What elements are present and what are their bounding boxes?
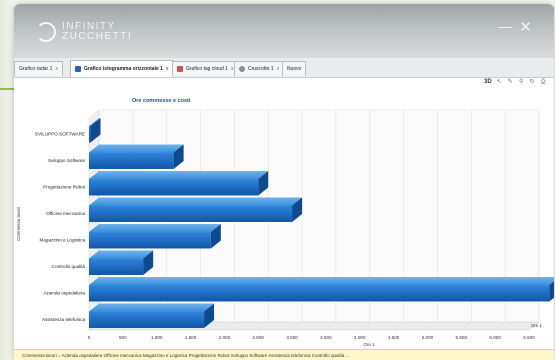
close-button[interactable]: ✕ (519, 18, 532, 36)
bar-top-face (89, 171, 269, 180)
x-tick-label: 1.500 (185, 335, 197, 340)
logo-line-2: ZUCCHETTI (62, 31, 133, 42)
bar (89, 258, 144, 275)
print-icon[interactable]: ⎙ (540, 79, 547, 86)
tab-nuovo[interactable]: Nuovo (282, 61, 307, 76)
y-category-label: Officine meccanica (46, 211, 85, 216)
minimize-button[interactable]: — (498, 18, 512, 34)
x-tick-label: 3.500 (320, 335, 332, 340)
refresh-icon[interactable]: ↻ (529, 79, 536, 86)
close-tab-icon[interactable]: x (166, 62, 169, 77)
close-tab-icon[interactable]: x (55, 62, 58, 77)
tab-grafico-radar[interactable]: Grafico radar 1 x (14, 61, 63, 76)
page-background (0, 0, 14, 360)
y-category-label: Progettazione Robot (43, 184, 86, 189)
x-tick-label: 6.000 (489, 335, 501, 340)
y-category-label: SVILUPPO SOFTWARE (35, 131, 85, 136)
y-category-label: Assistenza telefonica (42, 317, 86, 322)
tag-cloud-icon (177, 66, 183, 72)
tab-grafico-tag-cloud[interactable]: Grafico tag cloud 1 x (172, 61, 239, 76)
bar (89, 285, 550, 302)
bar (89, 126, 91, 143)
x-tick-label: 0 (88, 335, 91, 340)
y-category-label: Azienda ospedaliera (43, 290, 85, 295)
title-bar: INFINITY ZUCCHETTI — ✕ (14, 4, 554, 58)
edit-icon[interactable]: ✎ (507, 79, 514, 86)
gauge-icon (239, 66, 245, 72)
x-tick-label: 5.000 (422, 335, 434, 340)
x-tick-label: 6.500 (523, 335, 535, 340)
x-tick-label: 2.500 (252, 335, 264, 340)
logo-icon (36, 22, 56, 42)
y-category-label: Controllo qualità (52, 264, 86, 269)
y-axis-label: Commessa lavori (16, 207, 21, 241)
x-tick-label: 4.000 (354, 335, 366, 340)
tab-label: Grafico tag cloud 1 (186, 65, 228, 72)
x-tick-label: 5.500 (456, 335, 468, 340)
bar-top-face (89, 250, 154, 259)
bar-top-face (89, 224, 221, 233)
tab-bar: Grafico radar 1 x Grafico istogramma ori… (14, 58, 554, 78)
bar (89, 311, 205, 328)
tab-label: Grafico istogramma orizzontale 1 (84, 65, 163, 72)
x-tick-label: 3.000 (286, 335, 298, 340)
tab-label: Grafico radar 1 (19, 65, 53, 72)
chart-title: Ore commesse e costi (132, 98, 191, 104)
bar-top-face (89, 197, 303, 206)
y-category-label: Magazzino e Logistica (40, 237, 86, 242)
3d-toggle-button[interactable]: 3D (484, 79, 492, 89)
bar-top-face (89, 144, 184, 153)
y-category-label: Sviluppo Software (48, 158, 85, 163)
x-tick-label: 4.500 (388, 335, 400, 340)
bar (89, 179, 259, 196)
tab-label: Nuovo (287, 65, 302, 72)
x-tick-label: 500 (119, 335, 127, 340)
tab-grafico-istogramma[interactable]: Grafico istogramma orizzontale 1 x (70, 60, 174, 77)
tab-cruscotto[interactable]: Cruscotto 1 x (234, 61, 285, 77)
bar (89, 205, 293, 222)
close-tab-icon[interactable]: x (277, 62, 280, 77)
tab-label: Cruscotto 1 (248, 65, 274, 72)
bar (89, 152, 174, 169)
link-icon[interactable]: ⚲ (518, 79, 525, 86)
horizontal-bar-chart: 0 500 1.000 1.500 2.000 2.500 3.000 3.500 4.000 4… (16, 98, 554, 347)
bar-top-face (89, 277, 554, 286)
x-axis-label: Ore 1 (364, 342, 376, 347)
cursor-icon[interactable]: ↖ (496, 79, 503, 86)
legend-label: Ore 1 (531, 323, 543, 328)
status-bar: Commessa lavori = Azienda ospedaliera Of… (14, 349, 554, 360)
app-window: INFINITY ZUCCHETTI — ✕ Grafico radar 1 x… (14, 4, 554, 360)
bar-top-face (89, 303, 215, 312)
x-tick-label: 2.000 (219, 335, 231, 340)
chart-toolbar: 3D ↖ ✎ ⚲ ↻ ⎙ (484, 79, 547, 89)
infinity-zucchetti-logo: INFINITY ZUCCHETTI (36, 22, 132, 42)
x-tick-label: 1.000 (151, 335, 163, 340)
bar (89, 232, 211, 249)
bar-chart-icon (75, 66, 81, 72)
